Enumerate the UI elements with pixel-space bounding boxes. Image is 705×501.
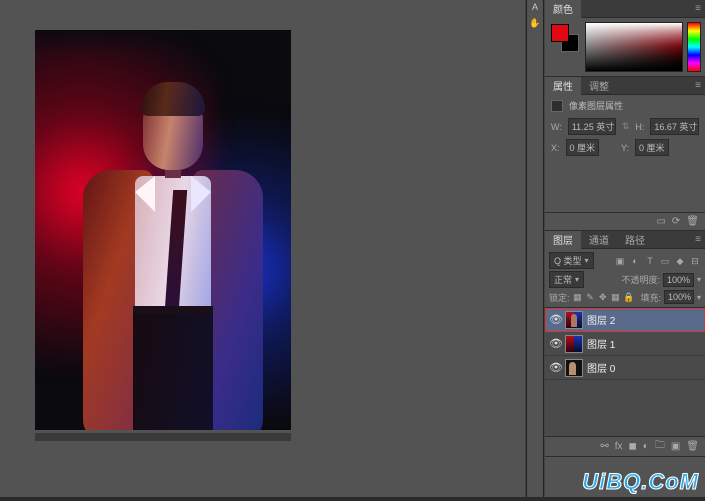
opacity-label: 不透明度: — [621, 273, 660, 286]
lock-all-icon[interactable]: 🔒 — [623, 291, 634, 303]
canvas-shadow — [35, 433, 291, 441]
tab-adjust[interactable]: 调整 — [581, 77, 617, 95]
hue-strip[interactable] — [687, 22, 701, 72]
fill-label: 填充: — [640, 291, 661, 304]
panel-menu-icon[interactable]: ≡ — [691, 3, 705, 14]
status-bar — [0, 497, 705, 501]
visibility-eye-icon[interactable]: 👁 — [549, 337, 561, 350]
layer-thumbnail[interactable] — [565, 359, 583, 377]
x-label: X: — [551, 143, 560, 153]
tab-color[interactable]: 颜色 — [545, 0, 581, 18]
lock-pixels-icon[interactable]: ✎ — [585, 291, 595, 303]
lock-label: 锁定: — [549, 291, 570, 304]
layer-name[interactable]: 图层 2 — [587, 312, 615, 327]
lock-transparency-icon[interactable]: ▦ — [573, 291, 583, 303]
tab-properties[interactable]: 属性 — [545, 77, 581, 95]
layer-name[interactable]: 图层 0 — [587, 360, 615, 375]
layer-row[interactable]: 👁 图层 1 — [545, 332, 705, 356]
layer-thumbnail[interactable] — [565, 311, 583, 329]
y-label: Y: — [621, 143, 629, 153]
layers-list: 👁 图层 2 👁 图层 1 👁 图层 0 — [545, 308, 705, 436]
blend-mode-select[interactable]: 正常▾ — [549, 271, 584, 288]
opacity-input[interactable]: 100% — [663, 273, 694, 287]
tool-icon-text[interactable]: A — [528, 2, 542, 16]
color-field[interactable] — [585, 22, 683, 72]
color-panel: 颜色 ≡ — [545, 0, 705, 77]
watermark: UiBQ.CoM — [582, 469, 699, 495]
layer-kind-filter[interactable]: Q 类型▾ — [549, 252, 594, 269]
align-icon[interactable]: ▭ — [656, 216, 665, 227]
filter-image-icon[interactable]: ▣ — [614, 255, 626, 267]
panel-menu-icon[interactable]: ≡ — [691, 80, 705, 91]
w-label: W: — [551, 122, 562, 132]
delete-layer-icon[interactable]: 🗑 — [686, 441, 699, 452]
tool-icon-hand[interactable]: ✋ — [528, 18, 542, 32]
fill-input[interactable]: 100% — [664, 290, 694, 304]
link-layers-icon[interactable]: ⚯ — [600, 441, 608, 452]
adjustment-layer-icon[interactable]: ◐ — [643, 441, 649, 452]
canvas-document[interactable] — [35, 30, 291, 430]
tab-paths[interactable]: 路径 — [617, 231, 653, 249]
trash-icon[interactable]: 🗑 — [686, 216, 699, 227]
layer-mask-icon[interactable]: ◼ — [628, 441, 636, 452]
tab-layers[interactable]: 图层 — [545, 231, 581, 249]
visibility-eye-icon[interactable]: 👁 — [549, 313, 561, 326]
tab-channels[interactable]: 通道 — [581, 231, 617, 249]
filter-smart-icon[interactable]: ◆ — [674, 255, 686, 267]
foreground-color-swatch[interactable] — [551, 24, 569, 42]
y-value[interactable]: 0 厘米 — [635, 139, 669, 156]
layer-style-icon[interactable]: fx — [615, 441, 623, 452]
color-panel-tabs: 颜色 ≡ — [545, 0, 705, 18]
filter-adjust-icon[interactable]: ◐ — [629, 255, 641, 267]
filter-toggle-icon[interactable]: ⊟ — [689, 255, 701, 267]
lock-position-icon[interactable]: ✥ — [598, 291, 608, 303]
reset-icon[interactable]: ⟳ — [672, 216, 680, 227]
h-label: H: — [635, 122, 644, 132]
layer-row[interactable]: 👁 图层 0 — [545, 356, 705, 380]
new-layer-icon[interactable]: ▣ — [671, 441, 680, 452]
pixel-layer-icon — [551, 100, 563, 112]
layer-row[interactable]: 👁 图层 2 — [545, 308, 705, 332]
properties-title: 像素图层属性 — [569, 99, 623, 112]
h-value[interactable]: 16.67 英寸 — [650, 118, 699, 135]
filter-text-icon[interactable]: T — [644, 255, 656, 267]
filter-shape-icon[interactable]: ▭ — [659, 255, 671, 267]
canvas-area[interactable] — [0, 0, 525, 501]
w-value[interactable]: 11.25 英寸 — [568, 118, 616, 135]
lock-artboard-icon[interactable]: ▦ — [611, 291, 621, 303]
group-icon[interactable]: 🗀 — [655, 438, 665, 455]
panel-menu-icon[interactable]: ≡ — [691, 234, 705, 245]
link-wh-icon[interactable]: ⇅ — [622, 121, 630, 132]
x-value[interactable]: 0 厘米 — [566, 139, 600, 156]
properties-panel: 属性 调整 ≡ 像素图层属性 W: 11.25 英寸 ⇅ H: 16.67 英寸… — [545, 77, 705, 231]
visibility-eye-icon[interactable]: 👁 — [549, 361, 561, 374]
tool-strip: A ✋ — [526, 0, 544, 501]
figure — [53, 80, 273, 430]
layers-panel: 图层 通道 路径 ≡ Q 类型▾ ▣ ◐ T ▭ ◆ ⊟ 正常▾ — [545, 231, 705, 457]
layer-thumbnail[interactable] — [565, 335, 583, 353]
right-panels: 颜色 ≡ 属性 调整 ≡ 像素图层属性 W: 11.25 英寸 — [545, 0, 705, 501]
layer-name[interactable]: 图层 1 — [587, 336, 615, 351]
